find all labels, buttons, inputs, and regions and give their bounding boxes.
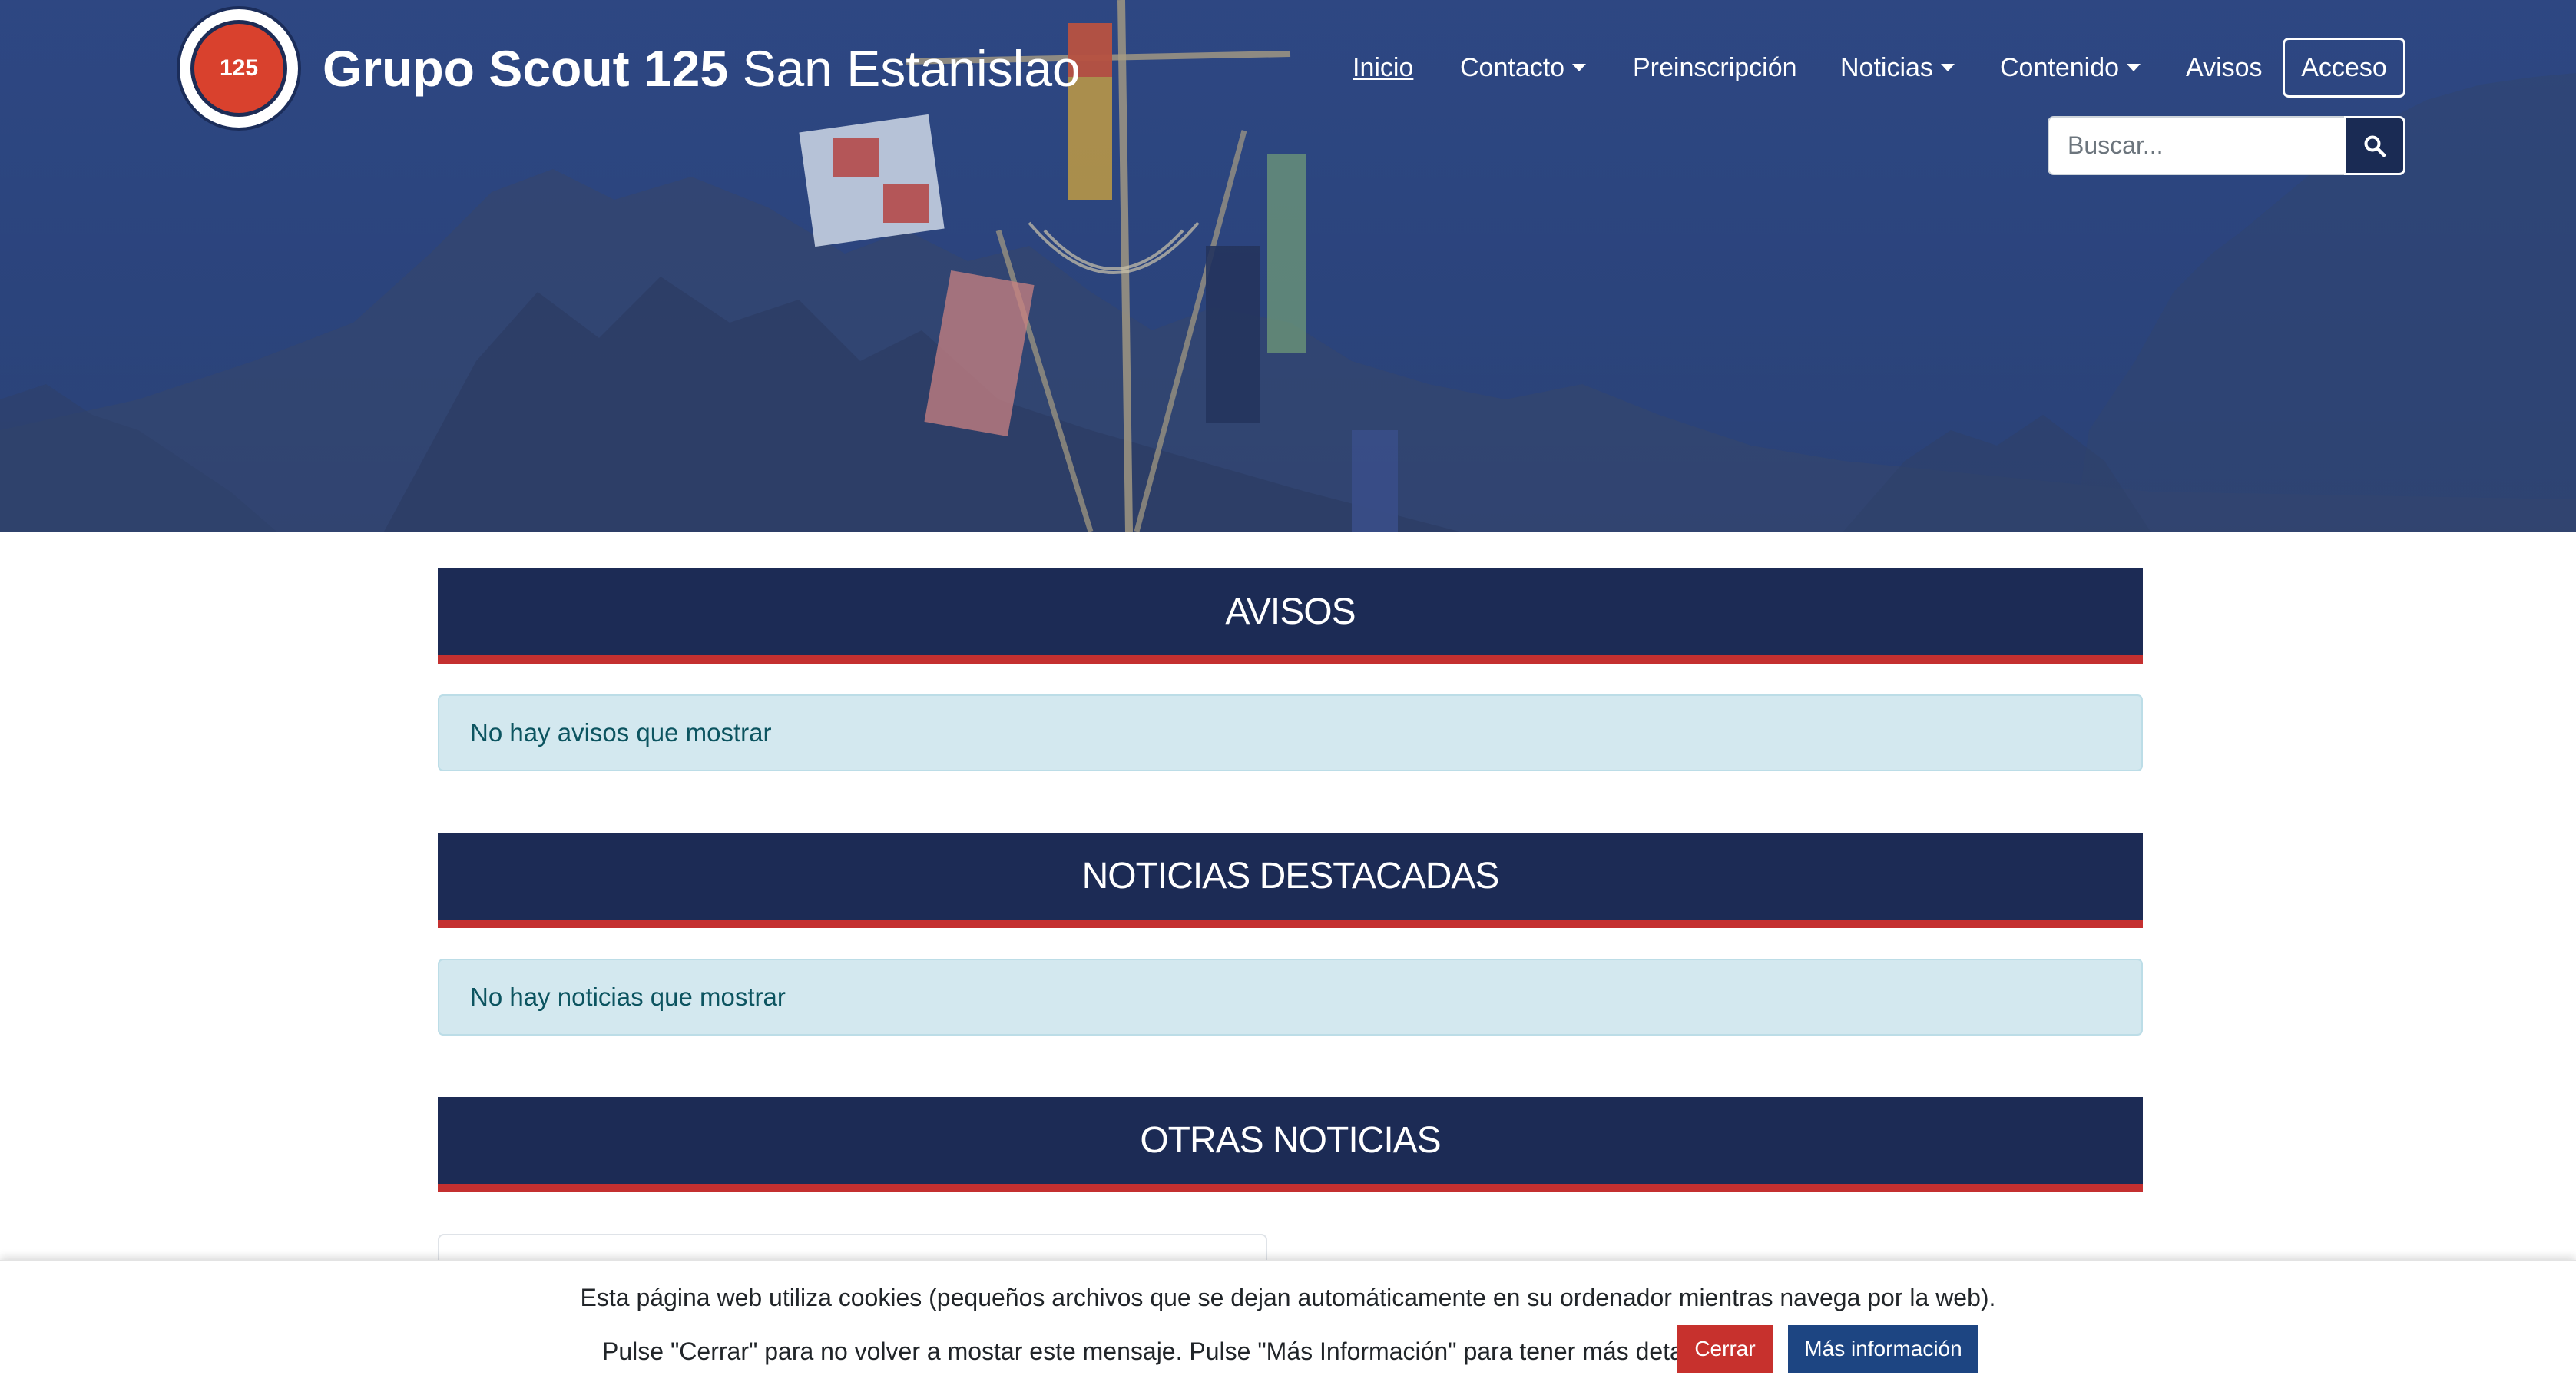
site-title-bold: Grupo Scout 125 <box>323 40 729 97</box>
section-header-avisos: AVISOS <box>438 568 2143 664</box>
avisos-empty-alert: No hay avisos que mostrar <box>438 694 2143 771</box>
caret-down-icon <box>1572 64 1587 71</box>
cookie-close-button[interactable]: Cerrar <box>1677 1325 1773 1373</box>
nav-label: Noticias <box>1840 53 1933 82</box>
fleur-de-lis-icon: 125 <box>190 20 287 117</box>
nav-label: Preinscripción <box>1633 53 1797 82</box>
caret-down-icon <box>2127 64 2141 71</box>
group-logo[interactable]: 125 <box>177 6 301 131</box>
cookie-consent-bar: Esta página web utiliza cookies (pequeño… <box>0 1260 2576 1392</box>
nav-label: Contacto <box>1460 53 1565 82</box>
cookie-message-line-1: Esta página web utiliza cookies (pequeño… <box>580 1284 1996 1311</box>
nav-item-inicio[interactable]: Inicio <box>1353 37 1413 98</box>
cookie-message-line-2: Pulse "Cerrar" para no volver a mostar e… <box>602 1337 1727 1365</box>
nav-item-avisos[interactable]: Avisos <box>2186 37 2263 98</box>
nav-item-preinscripcion[interactable]: Preinscripción <box>1633 37 1797 98</box>
noticias-empty-alert: No hay noticias que mostrar <box>438 959 2143 1036</box>
logo-number: 125 <box>219 55 259 81</box>
section-header-noticias-destacadas: NOTICIAS DESTACADAS <box>438 833 2143 928</box>
search-button[interactable] <box>2344 116 2405 175</box>
site-title[interactable]: Grupo Scout 125 San Estanislao <box>323 34 1081 103</box>
search-icon <box>2364 135 2386 157</box>
search-input[interactable] <box>2048 116 2346 175</box>
nav-label: Avisos <box>2186 53 2263 82</box>
site-title-light: San Estanislao <box>742 40 1081 97</box>
cookie-more-info-button[interactable]: Más información <box>1788 1325 1978 1373</box>
nav-item-contenido[interactable]: Contenido <box>2000 37 2141 98</box>
login-button[interactable]: Acceso <box>2283 38 2405 98</box>
caret-down-icon <box>1940 64 1955 71</box>
section-header-otras-noticias: OTRAS NOTICIAS <box>438 1097 2143 1192</box>
nav-label: Inicio <box>1353 53 1414 82</box>
nav-item-contacto[interactable]: Contacto <box>1460 37 1587 98</box>
nav-item-noticias[interactable]: Noticias <box>1840 37 1955 98</box>
nav-label: Contenido <box>2000 53 2120 82</box>
